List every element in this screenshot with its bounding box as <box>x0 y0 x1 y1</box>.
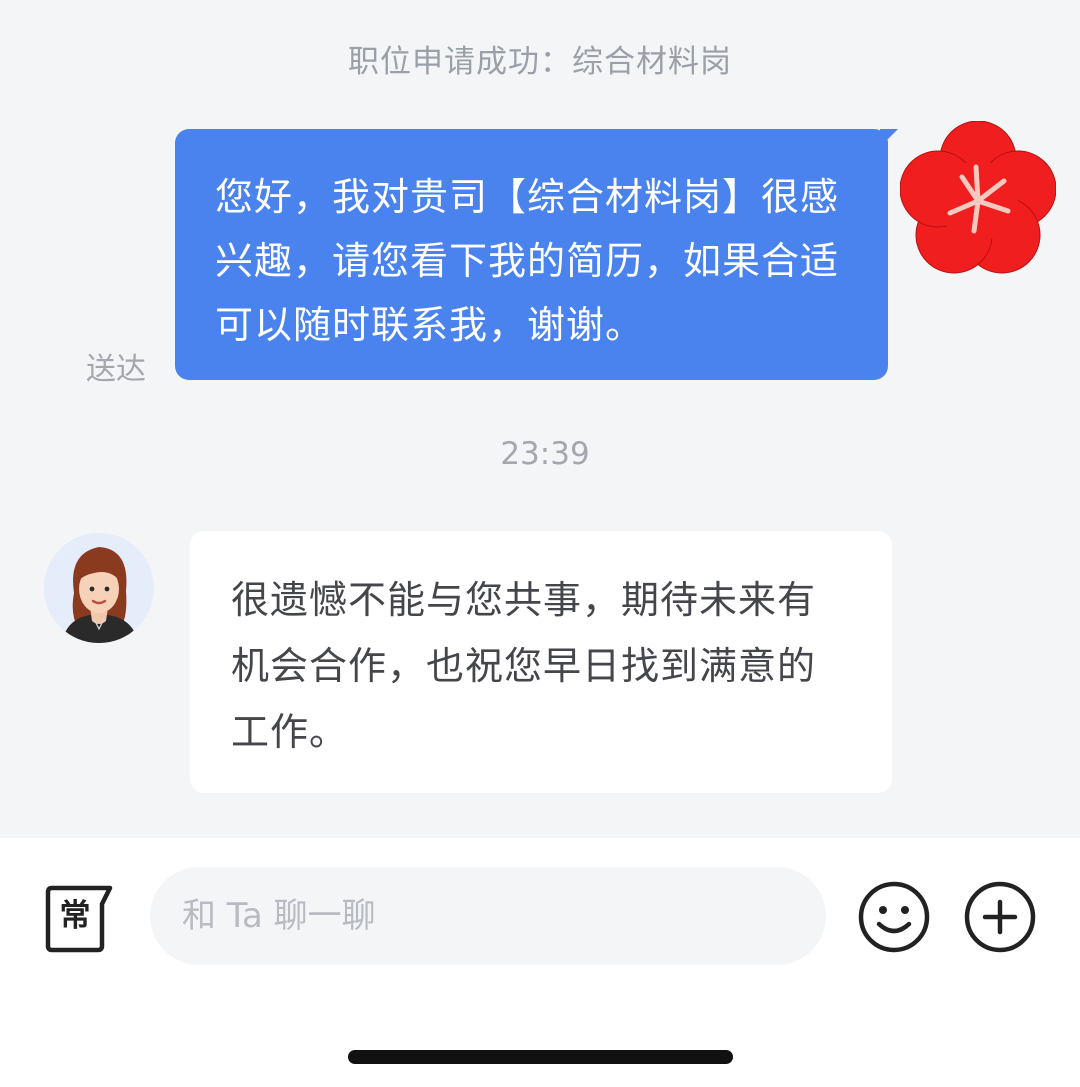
message-input[interactable] <box>150 867 826 965</box>
quick-reply-label: 常 <box>59 898 91 934</box>
outgoing-message-text: 您好，我对贵司【综合材料岗】很感兴趣，请您看下我的简历，如果合适可以随时联系我，… <box>215 175 840 347</box>
incoming-message-bubble[interactable]: 很遗憾不能与您共事，期待未来有机会合作，也祝您早日找到满意的工作。 <box>190 531 892 793</box>
incoming-message-text: 很遗憾不能与您共事，期待未来有机会合作，也祝您早日找到满意的工作。 <box>231 578 817 754</box>
chat-message-area: 职位申请成功：综合材料岗 您好，我对贵司【综合材料岗】很感兴趣，请您看下我的简历… <box>0 0 1080 838</box>
self-avatar[interactable] <box>899 119 1057 277</box>
more-actions-button[interactable] <box>963 880 1037 954</box>
bubble-tail <box>880 129 898 147</box>
recruiter-avatar[interactable] <box>44 533 154 643</box>
system-notice: 职位申请成功：综合材料岗 <box>348 44 732 80</box>
plum-blossom-icon <box>899 119 1057 274</box>
home-indicator[interactable] <box>348 1050 733 1064</box>
emoji-button[interactable] <box>857 880 931 954</box>
quick-reply-button[interactable]: 常 <box>44 884 113 953</box>
message-timestamp: 23:39 <box>500 436 590 472</box>
input-bar: 常 <box>0 838 1080 1087</box>
delivery-status: 送达 <box>86 352 146 387</box>
outgoing-message-bubble[interactable]: 您好，我对贵司【综合材料岗】很感兴趣，请您看下我的简历，如果合适可以随时联系我，… <box>175 129 898 380</box>
plus-circle-icon <box>964 881 1036 953</box>
woman-portrait-icon <box>44 533 154 643</box>
smiley-icon <box>858 881 930 953</box>
